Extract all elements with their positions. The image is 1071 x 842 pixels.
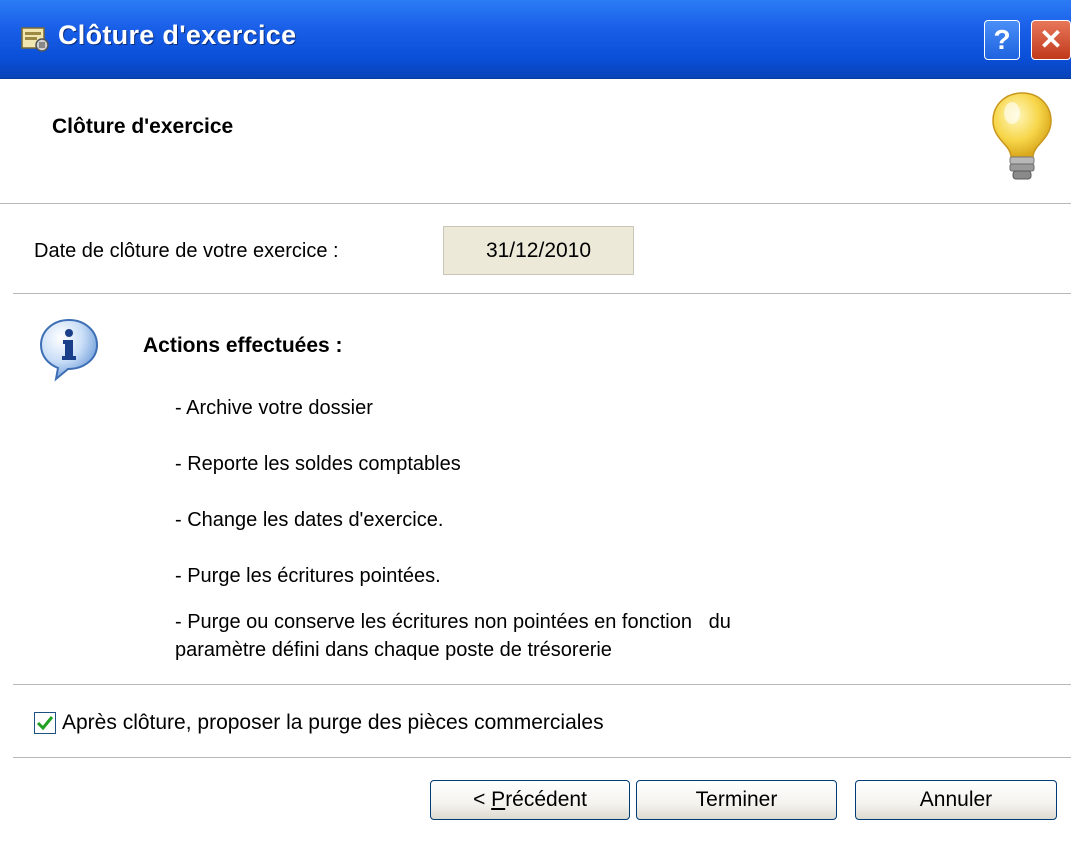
closing-date-field: 31/12/2010	[443, 226, 634, 275]
action-item: - Purge ou conserve les écritures non po…	[175, 611, 731, 633]
separator-3	[13, 757, 1071, 759]
previous-button-rest: récédent	[505, 788, 587, 811]
purge-checkbox[interactable]	[34, 712, 56, 734]
close-button[interactable]: ✕	[1031, 20, 1071, 60]
info-icon	[39, 318, 99, 382]
wizard-header: Clôture d'exercice	[0, 79, 1071, 204]
purge-checkbox-label[interactable]: Après clôture, proposer la purge des piè…	[62, 711, 604, 735]
action-item: - Change les dates d'exercice.	[175, 509, 444, 531]
checkmark-icon	[36, 716, 54, 731]
closing-date-label: Date de clôture de votre exercice :	[34, 240, 339, 262]
help-button[interactable]: ?	[984, 20, 1020, 60]
action-item: paramètre défini dans chaque poste de tr…	[175, 639, 612, 661]
cancel-button[interactable]: Annuler	[855, 780, 1057, 820]
header-title: Clôture d'exercice	[52, 115, 234, 138]
dialog-window: Clôture d'exercice ? ✕ Clôture d'exercic…	[0, 0, 1071, 842]
finish-button[interactable]: Terminer	[636, 780, 837, 820]
action-item: - Reporte les soldes comptables	[175, 453, 461, 475]
previous-button[interactable]: < Précédent	[430, 780, 630, 820]
separator-1	[13, 293, 1071, 295]
app-icon	[21, 27, 49, 52]
previous-button-prefix: <	[473, 788, 492, 811]
separator-2	[13, 684, 1071, 686]
action-item: - Archive votre dossier	[175, 397, 373, 419]
action-item: - Purge les écritures pointées.	[175, 565, 441, 587]
title-bar[interactable]: Clôture d'exercice ? ✕	[0, 0, 1071, 79]
window-title: Clôture d'exercice	[58, 20, 297, 50]
lightbulb-icon	[992, 92, 1052, 180]
actions-title: Actions effectuées :	[143, 334, 343, 357]
previous-button-accesskey: P	[491, 788, 506, 811]
